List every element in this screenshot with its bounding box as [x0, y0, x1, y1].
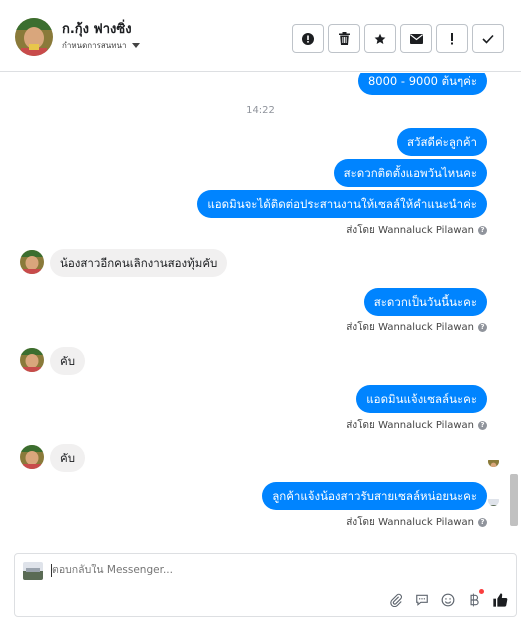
trash-icon	[338, 32, 350, 45]
thumbs-up-icon[interactable]	[492, 592, 508, 608]
help-icon[interactable]: ?	[478, 421, 487, 430]
page-avatar	[23, 562, 43, 580]
star-icon	[374, 33, 386, 44]
sent-by-text: ส่งโดย Wannaluck Pilawan	[346, 225, 474, 236]
help-icon[interactable]: ?	[478, 518, 487, 527]
outgoing-message[interactable]: แอดมินจะได้ติดต่อประสานงานให้เซลล์ให้คำแ…	[197, 190, 487, 218]
envelope-icon	[409, 33, 423, 44]
mark-unread-button[interactable]	[400, 24, 432, 53]
outgoing-message[interactable]: สวัสดีค่ะลูกค้า	[397, 128, 487, 156]
contact-avatar[interactable]	[15, 18, 53, 56]
notification-dot	[479, 589, 484, 594]
contact-name[interactable]: ก.กุ้ง ฟางซิ่ง	[62, 18, 132, 39]
conversation-schedule-dropdown[interactable]: กำหนดการสนทนา	[62, 39, 140, 52]
mark-done-button[interactable]	[472, 24, 504, 53]
thread-scrollbar-thumb[interactable]	[510, 474, 518, 526]
sent-by-text: ส่งโดย Wannaluck Pilawan	[346, 517, 474, 528]
alert-circle-icon	[302, 32, 314, 45]
contact-avatar-small[interactable]	[20, 348, 44, 372]
header-toolbar	[292, 24, 504, 53]
incoming-message[interactable]: คับ	[50, 347, 85, 375]
seen-avatar-page	[488, 495, 499, 506]
outgoing-message[interactable]: สะดวกเป็นวันนี้นะคะ	[363, 288, 487, 316]
sent-by-label: ส่งโดย Wannaluck Pilawan ?	[346, 223, 487, 238]
outgoing-message[interactable]: 8000 - 9000 ต้นๆค่ะ	[357, 73, 487, 95]
message-thread[interactable]: 8000 - 9000 ต้นๆค่ะ 14:22 สวัสดีค่ะลูกค้…	[0, 73, 521, 544]
conversation-schedule-label: กำหนดการสนทนา	[62, 41, 127, 50]
exclamation-icon	[451, 32, 453, 44]
incoming-message[interactable]: น้องสาวอีกคนเลิกงานสองทุ้มคับ	[50, 249, 228, 277]
emoji-icon[interactable]	[440, 592, 456, 608]
baht-payment-icon[interactable]	[466, 589, 484, 608]
sent-by-label: ส่งโดย Wannaluck Pilawan ?	[346, 515, 487, 530]
composer-toolbar	[388, 589, 508, 608]
incoming-message[interactable]: คับ	[50, 444, 85, 472]
star-button[interactable]	[364, 24, 396, 53]
flag-important-button[interactable]	[436, 24, 468, 53]
conversation-header: ก.กุ้ง ฟางซิ่ง กำหนดการสนทนา	[0, 0, 521, 72]
delete-button[interactable]	[328, 24, 360, 53]
sent-by-text: ส่งโดย Wannaluck Pilawan	[346, 420, 474, 431]
checkmark-icon	[482, 34, 494, 44]
report-spam-button[interactable]	[292, 24, 324, 53]
message-composer	[14, 553, 517, 617]
outgoing-message[interactable]: ลูกค้าแจ้งน้องสาวรับสายเซลล์หน่อยนะคะ	[262, 482, 487, 510]
help-icon[interactable]: ?	[478, 323, 487, 332]
chat-bubble-icon[interactable]	[414, 592, 430, 608]
contact-avatar-small[interactable]	[20, 445, 44, 469]
sent-by-text: ส่งโดย Wannaluck Pilawan	[346, 322, 474, 333]
sent-by-label: ส่งโดย Wannaluck Pilawan ?	[346, 418, 487, 433]
message-timestamp: 14:22	[246, 105, 275, 116]
sent-by-label: ส่งโดย Wannaluck Pilawan ?	[346, 320, 487, 335]
chevron-down-icon	[131, 43, 140, 48]
outgoing-message[interactable]: แอดมินแจ้งเซลล์นะคะ	[356, 385, 487, 413]
paperclip-icon[interactable]	[388, 592, 404, 608]
seen-avatar-contact	[488, 456, 499, 467]
contact-avatar-small[interactable]	[20, 250, 44, 274]
outgoing-message[interactable]: สะดวกติดตั้งแอพวันไหนคะ	[333, 159, 487, 187]
help-icon[interactable]: ?	[478, 226, 487, 235]
reply-input[interactable]	[52, 564, 352, 576]
